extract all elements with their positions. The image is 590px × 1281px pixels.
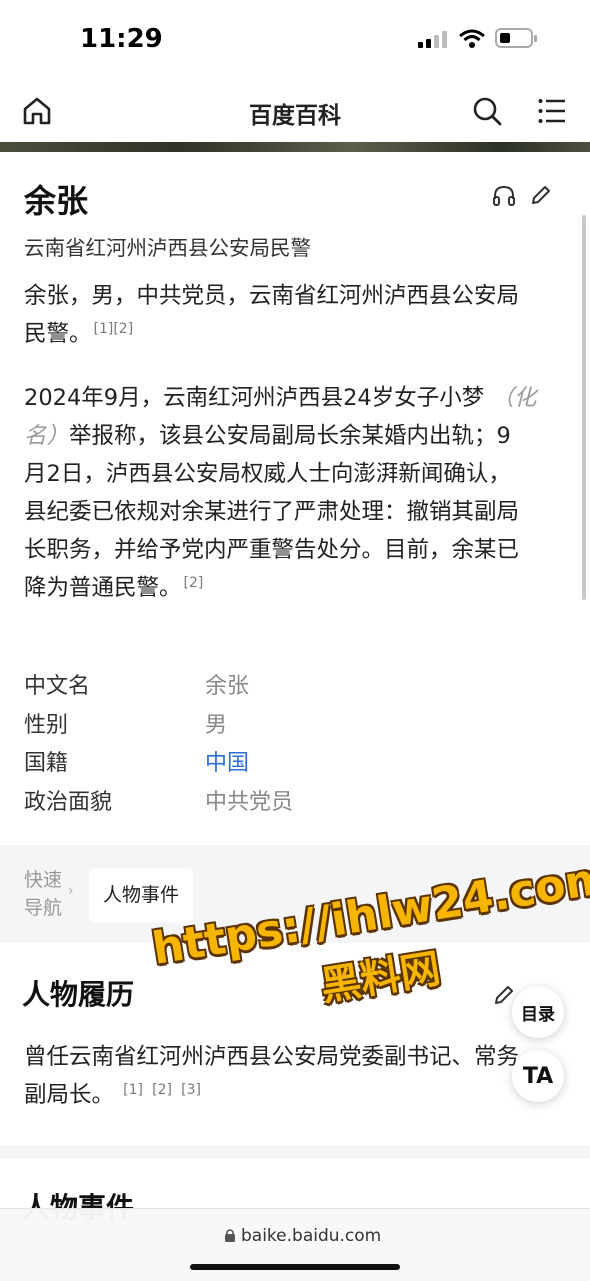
paragraph-line: 2024年9月，云南红河州泸西县24岁女子小梦 （化 [24,385,537,411]
reference-link[interactable]: [1] [123,1082,143,1098]
edit-pencil-icon[interactable] [493,984,515,1006]
battery-icon [495,28,537,48]
paragraph-line: 月2日，泸西县公安局权威人士向澎湃新闻确认， [24,461,511,487]
top-nav-bar: 百度百科 [0,82,590,142]
browser-url[interactable]: baike.baidu.com [241,1226,381,1246]
paragraph-line: 名）举报称，该县公安局副局长余某婚内出轨；9 [24,423,511,449]
quick-nav-chip[interactable]: 人物事件 [89,868,194,922]
status-bar: 11:29 [0,0,590,80]
page-subtitle: 云南省红河州泸西县公安局民警 [24,236,311,260]
search-icon[interactable] [472,96,502,126]
clock: 11:29 [80,24,163,54]
home-indicator [190,1264,400,1270]
infobox-row: 政治面貌 中共党员 [24,784,564,823]
menu-icon[interactable] [538,98,566,124]
alias-note: （化 [491,385,537,411]
edit-pencil-icon[interactable] [530,184,552,206]
scrollbar[interactable] [582,215,586,600]
hero-image-strip [0,142,590,152]
section-divider [0,1145,590,1159]
infobox-row: 性别 男 [24,707,564,746]
quick-nav-label: 快速 导航 [24,869,63,919]
paragraph-line: 县纪委已依规对余某进行了严肃处理：撤销其副局 [24,499,520,525]
browser-bottom-bar: baike.baidu.com [0,1208,590,1281]
infobox-label: 政治面貌 [24,789,113,815]
lock-icon [225,1229,235,1242]
alias-note: 名） [24,423,70,449]
paragraph-line: 曾任云南省红河州泸西县公安局党委副书记、常务 [24,1044,520,1070]
summary-line: 民警。 [1][2] [24,320,134,347]
infobox-label: 中文名 [24,674,91,699]
event-paragraph: 2024年9月，云南红河州泸西县24岁女子小梦 （化 名）举报称，该县公安局副局… [24,379,574,607]
infobox-value: 男 [205,712,228,738]
table-of-contents-button[interactable]: 目录 [512,986,564,1038]
chevron-right-icon: › [68,883,74,899]
summary-paragraph: 余张，男，中共党员，云南省红河州泸西县公安局 民警。 [1][2] [24,277,574,353]
infobox-value: 中共党员 [205,789,294,815]
nationality-link[interactable]: 中国 [205,745,249,777]
reference-link[interactable]: [2] [152,1082,172,1098]
reference-link[interactable]: [3] [181,1082,201,1098]
reference-link[interactable]: [2] [184,575,204,591]
page-title: 余张 [24,182,89,220]
history-paragraph: 曾任云南省红河州泸西县公安局党委副书记、常务 副局长。 [1] [2] [3] [24,1038,574,1114]
wifi-icon [459,29,485,48]
summary-line: 余张，男，中共党员，云南省红河州泸西县公安局 [24,283,520,309]
cellular-signal-icon [418,30,448,48]
infobox-row: 中文名 余张 [24,668,564,707]
paragraph-line: 长职务，并给予党内严重警告处分。目前，余某已 [24,537,520,563]
paragraph-line: 副局长。 [1] [2] [3] [24,1081,202,1108]
infobox-label: 国籍 [24,751,69,776]
headphones-icon[interactable] [492,185,516,207]
reference-link[interactable]: [1][2] [94,321,134,337]
text-size-button[interactable]: TA [512,1050,564,1102]
paragraph-line: 降为普通民警。 [2] [24,574,204,601]
infobox-value: 余张 [205,674,250,699]
infobox-label: 性别 [24,712,69,738]
infobox-row: 国籍 中国 [24,745,564,784]
infobox: 中文名 余张 性别 男 国籍 中国 政治面貌 中共党员 [24,668,564,822]
watermark-name: 黑料网 [317,945,444,1011]
section-title-history: 人物履历 [22,978,135,1011]
